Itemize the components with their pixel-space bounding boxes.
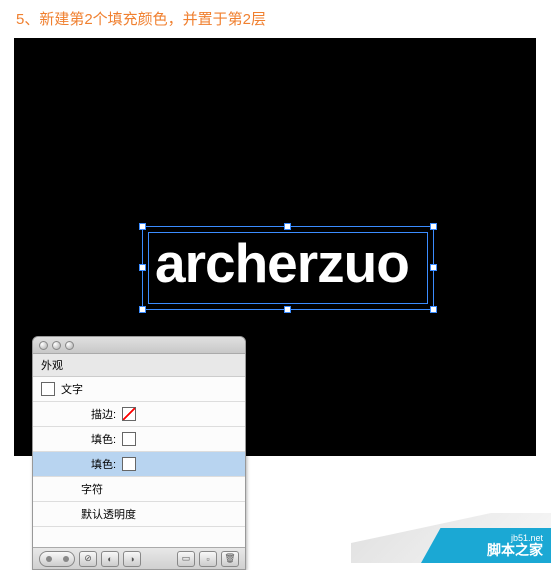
fx-toggle[interactable] <box>39 551 75 567</box>
stroke-swatch[interactable] <box>122 407 136 421</box>
panel-tab[interactable]: 外观 <box>33 354 245 377</box>
footer-btn-2[interactable]: ◐ <box>101 551 119 567</box>
row-opacity[interactable]: 默认透明度 <box>33 502 245 527</box>
handle-bm[interactable] <box>284 306 291 313</box>
window-dot[interactable] <box>52 341 61 350</box>
row-fill[interactable]: 填色: <box>33 427 245 452</box>
new-item-button[interactable]: ▫ <box>199 551 217 567</box>
step-caption: 5、新建第2个填充颜色，并置于第2层 <box>0 0 551 37</box>
new-fill-button[interactable]: ▭ <box>177 551 195 567</box>
text-swatch <box>41 382 55 396</box>
row-char[interactable]: 字符 <box>33 477 245 502</box>
row-label: 填色: <box>91 456 116 472</box>
appearance-panel: 外观 文字 描边: 填色: 填色: 字符 默认透明度 ⊘ ◐ ◑ ▭ ▫ 🗑 <box>32 336 246 570</box>
delete-button[interactable]: 🗑 <box>221 551 239 567</box>
panel-titlebar[interactable] <box>33 337 245 354</box>
fill-swatch[interactable] <box>122 432 136 446</box>
footer-btn-3[interactable]: ◑ <box>123 551 141 567</box>
handle-tr[interactable] <box>430 223 437 230</box>
handle-bl[interactable] <box>139 306 146 313</box>
window-dot[interactable] <box>39 341 48 350</box>
handle-tm[interactable] <box>284 223 291 230</box>
row-text[interactable]: 文字 <box>33 377 245 402</box>
handle-tl[interactable] <box>139 223 146 230</box>
watermark: jb51.net 脚本之家 <box>351 493 551 563</box>
panel-footer: ⊘ ◐ ◑ ▭ ▫ 🗑 <box>33 547 245 569</box>
footer-btn-1[interactable]: ⊘ <box>79 551 97 567</box>
row-label: 填色: <box>91 431 116 447</box>
handle-br[interactable] <box>430 306 437 313</box>
handle-ml[interactable] <box>139 264 146 271</box>
row-stroke[interactable]: 描边: <box>33 402 245 427</box>
row-fill-selected[interactable]: 填色: <box>33 452 245 477</box>
row-label: 默认透明度 <box>81 506 136 522</box>
handle-mr[interactable] <box>430 264 437 271</box>
row-label: 字符 <box>81 481 103 497</box>
window-dot[interactable] <box>65 341 74 350</box>
row-label: 描边: <box>91 406 116 422</box>
selection-inner <box>148 232 428 304</box>
row-label: 文字 <box>61 381 83 397</box>
fill-swatch[interactable] <box>122 457 136 471</box>
watermark-name: 脚本之家 <box>487 540 543 560</box>
